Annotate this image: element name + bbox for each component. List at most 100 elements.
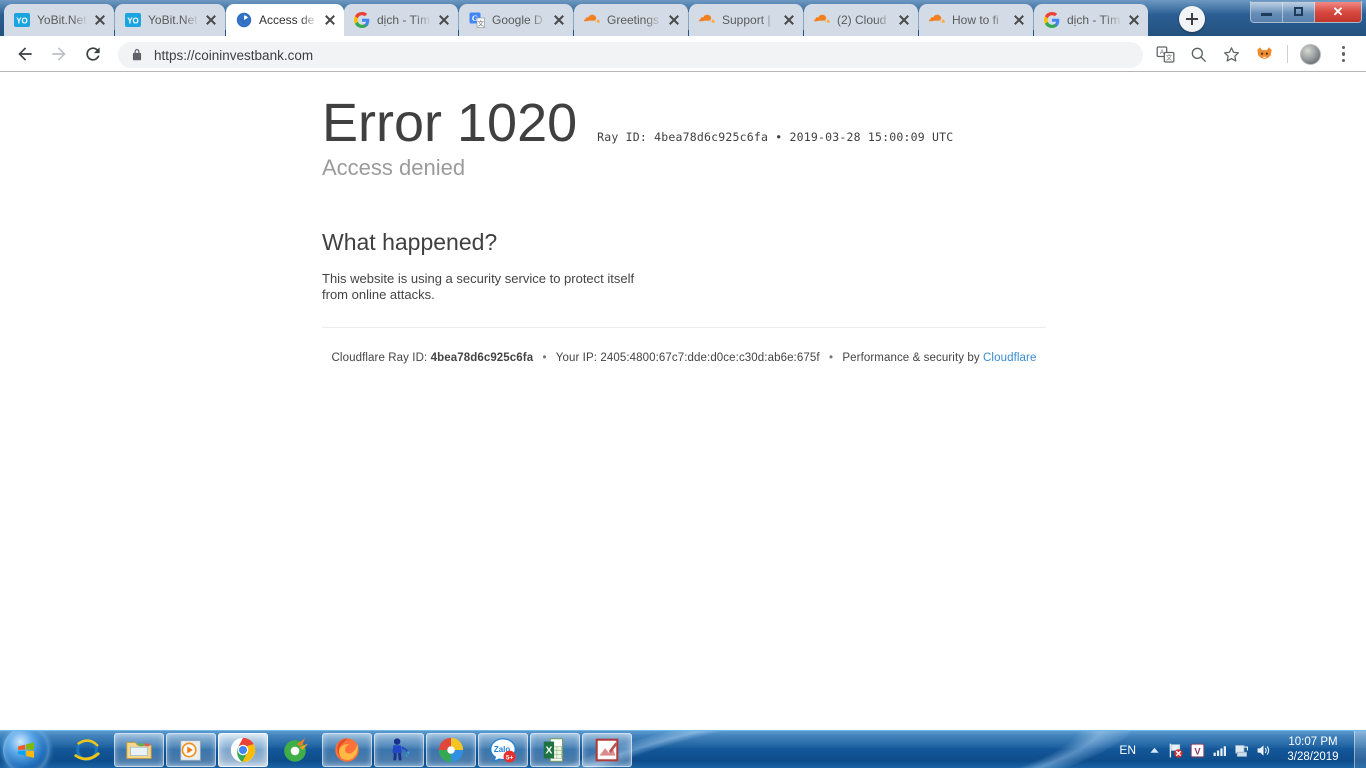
close-icon[interactable] [551,12,567,28]
folder-icon [124,735,154,765]
network-button[interactable] [1230,731,1252,768]
tab-title: YoBit.Net [37,13,88,27]
close-icon[interactable] [781,12,797,28]
profile-button[interactable] [1294,38,1327,71]
close-window-button[interactable]: ✕ [1315,2,1361,22]
cloudflare-icon [929,12,945,28]
google-translate-icon: G 文 [469,12,485,28]
google-drive-icon [436,735,466,765]
volume-button[interactable] [1252,731,1274,768]
browser-tab-6[interactable]: Greetings [574,4,688,36]
reload-button[interactable] [76,37,110,71]
error-subtitle: Access denied [322,155,1046,181]
translate-button[interactable]: A 文 [1149,38,1182,71]
close-icon[interactable] [436,12,452,28]
footer-ray-id: 4bea78d6c925c6fa [431,352,534,364]
taskbar-item-zalo[interactable]: Zalo 5+ [478,733,528,767]
action-center-flag-icon [1167,742,1184,759]
taskbar-item-google-chrome[interactable] [218,733,268,767]
tab-title: How to fi [952,13,1007,27]
browser-tab-2[interactable]: YO YoBit.Net [115,4,225,36]
browser-tab-4[interactable]: dịch - Tìm [344,4,458,36]
taskbar-item-image-editor[interactable] [582,733,632,767]
url-text: https://coininvestbank.com [154,48,313,63]
cloudflare-icon [814,12,830,28]
restore-button[interactable] [1283,2,1315,22]
address-bar[interactable]: https://coininvestbank.com [118,42,1143,68]
window-controls: ✕ [1250,1,1362,23]
tab-list: YO YoBit.Net YO YoBit.Net [4,0,1148,36]
cloudflare-link[interactable]: Cloudflare [983,352,1036,364]
taskbar-item-windows-explorer[interactable] [114,733,164,767]
yobit-icon: YO [14,12,30,28]
windows-logo-icon [16,740,36,760]
new-tab-button[interactable] [1179,6,1205,32]
browser-tab-9[interactable]: How to fi [919,4,1033,36]
browser-tab-10[interactable]: dịch - Tìm [1034,4,1148,36]
show-hidden-icons-button[interactable] [1144,731,1164,768]
network-icon [1233,742,1250,759]
cloudflare-icon [584,12,600,28]
taskbar-item-microsoft-excel[interactable]: X [530,733,580,767]
footer-ip-value: 2405:4800:67c7:dde:d0ce:c30d:ab6e:675f [600,352,819,364]
page-footer: Cloudflare Ray ID: 4bea78d6c925c6fa • Yo… [322,352,1046,364]
close-icon[interactable] [666,12,682,28]
tab-title: Access de [259,13,318,27]
minimize-icon [1261,13,1272,16]
yobit-icon: YO [125,12,141,28]
windows-taskbar: Zalo 5+ X EN [0,730,1366,768]
bookmark-button[interactable] [1215,38,1248,71]
what-happened-heading: What happened? [322,229,1046,256]
language-indicator[interactable]: EN [1111,743,1144,757]
taskbar-item-internet-explorer[interactable] [62,733,112,767]
what-happened-body: This website is using a security service… [322,271,652,304]
minimize-button[interactable] [1251,2,1283,22]
taskbar-item-media-player[interactable] [166,733,216,767]
cloudflare-globe-icon [236,12,252,28]
error-code: Error 1020 [322,96,577,150]
taskbar-item-green-circle-app[interactable] [270,733,320,767]
taskbar-items: Zalo 5+ X [62,733,632,767]
close-icon[interactable] [92,12,108,28]
fox-extension-icon [1255,45,1274,64]
error-header: Error 1020 Ray ID: 4bea78d6c925c6fa • 20… [322,96,1046,150]
taskbar-item-mozilla-firefox[interactable] [322,733,372,767]
browser-tab-7[interactable]: Support | [689,4,803,36]
show-desktop-button[interactable] [1354,731,1366,768]
forward-button[interactable] [42,37,76,71]
action-center-button[interactable] [1164,731,1186,768]
close-icon[interactable] [203,12,219,28]
browser-tab-active[interactable]: Access de [226,4,344,36]
chrome-icon [228,735,258,765]
network-signal-button[interactable] [1208,731,1230,768]
close-icon[interactable] [1011,12,1027,28]
secure-lock-icon [130,48,144,62]
avatar [1300,44,1321,65]
system-tray: EN V [1111,731,1366,768]
tab-title: Greetings [607,13,662,27]
back-button[interactable] [8,37,42,71]
green-circle-app-icon [280,735,310,765]
taskbar-item-google-drive[interactable] [426,733,476,767]
extension-button[interactable] [1248,38,1281,71]
arrow-right-icon [49,44,69,64]
browser-tab-8[interactable]: (2) Cloud [804,4,918,36]
cloudflare-icon [699,12,715,28]
search-icon [1189,45,1208,64]
browser-tab-5[interactable]: G 文 Google D [459,4,573,36]
taskbar-item-blue-figure-app[interactable] [374,733,424,767]
footer-separator: • [543,352,547,364]
media-player-icon [176,735,206,765]
google-icon [1044,12,1060,28]
start-button[interactable] [3,730,49,768]
browser-tab-1[interactable]: YO YoBit.Net [4,4,114,36]
close-icon[interactable] [1126,12,1142,28]
close-icon[interactable] [896,12,912,28]
find-button[interactable] [1182,38,1215,71]
svg-text:YO: YO [16,17,28,26]
kebab-menu-icon [1342,46,1346,63]
clock[interactable]: 10:07 PM 3/28/2019 [1274,735,1348,765]
unikey-button[interactable]: V [1186,731,1208,768]
chrome-menu-button[interactable] [1327,38,1360,71]
close-icon[interactable] [322,12,338,28]
